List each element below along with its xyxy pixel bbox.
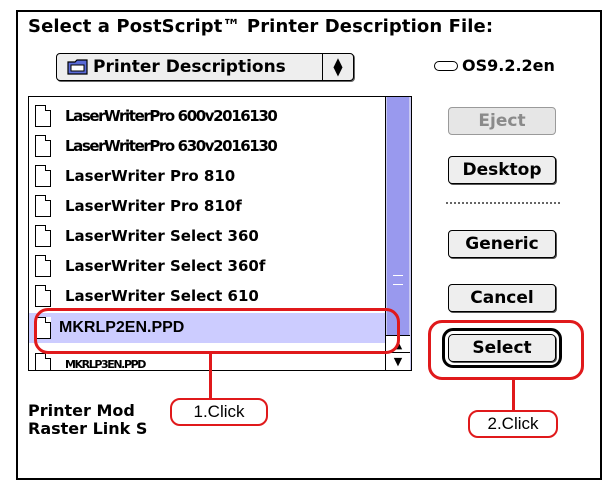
- callout-label-click-2: 2.Click: [468, 410, 558, 438]
- document-icon: [35, 105, 51, 127]
- document-icon: [35, 353, 51, 370]
- folder-popup-menu[interactable]: Printer Descriptions ▲ ▼: [56, 53, 354, 81]
- document-icon: [35, 135, 51, 157]
- cancel-button[interactable]: Cancel: [448, 284, 556, 312]
- list-item[interactable]: LaserWriterPro 630v2016130: [29, 131, 385, 161]
- callout-label-click-1: 1.Click: [170, 398, 268, 426]
- folder-icon: [67, 59, 88, 75]
- list-item[interactable]: LaserWriter Pro 810f: [29, 191, 385, 221]
- document-icon: [35, 255, 51, 277]
- volume-name: OS9.2.2en: [462, 56, 555, 75]
- scroll-thumb[interactable]: [387, 97, 409, 336]
- scroll-down-arrow-icon[interactable]: ▼: [386, 352, 410, 370]
- popup-arrows-icon: ▲ ▼: [333, 55, 343, 78]
- document-icon: [35, 165, 51, 187]
- raster-link-label: Raster Link S: [28, 419, 148, 438]
- printer-info: Printer Mod Raster Link S: [28, 402, 147, 438]
- eject-button[interactable]: Eject: [448, 107, 556, 135]
- desktop-button[interactable]: Desktop: [448, 156, 556, 184]
- generic-button[interactable]: Generic: [448, 230, 556, 258]
- callout-ring-select: [428, 320, 584, 380]
- callout-connector-select: [512, 380, 515, 410]
- list-item[interactable]: LaserWriter Select 360: [29, 221, 385, 251]
- dialog-title: Select a PostScript™ Printer Description…: [28, 16, 494, 37]
- volume-indicator: OS9.2.2en: [434, 56, 555, 75]
- document-icon: [35, 225, 51, 247]
- popup-label: Printer Descriptions: [93, 57, 286, 77]
- divider: [446, 202, 560, 204]
- callout-ring-file: [34, 308, 400, 354]
- list-item[interactable]: LaserWriter Select 610: [29, 281, 385, 311]
- list-item[interactable]: LaserWriterPro 600v2016130: [29, 101, 385, 131]
- list-item[interactable]: LaserWriter Select 360f: [29, 251, 385, 281]
- document-icon: [35, 285, 51, 307]
- disk-icon: [434, 60, 458, 71]
- printer-model-label: Printer Mod: [28, 401, 135, 420]
- document-icon: [35, 195, 51, 217]
- list-item[interactable]: LaserWriter Pro 810: [29, 161, 385, 191]
- callout-connector-file: [209, 354, 212, 398]
